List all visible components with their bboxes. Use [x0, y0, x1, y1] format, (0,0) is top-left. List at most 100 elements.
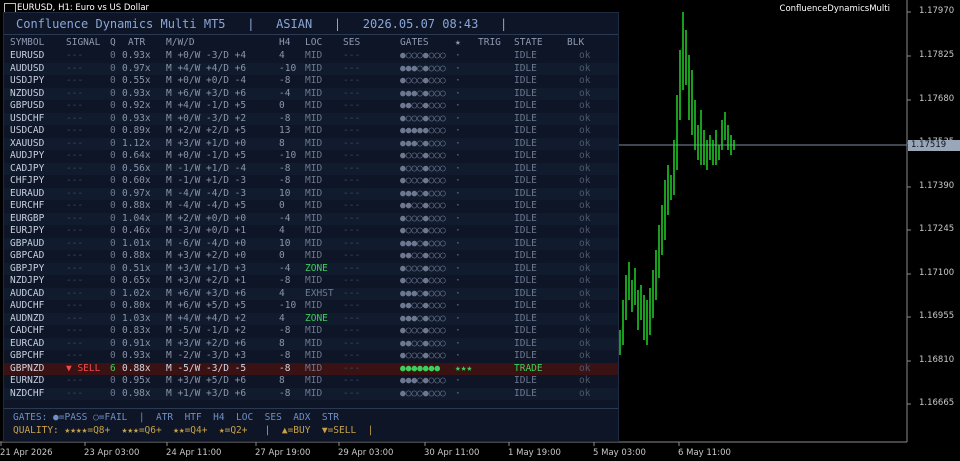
cell-ses: ---	[343, 337, 361, 349]
table-row-eurjpy[interactable]: EURJPY --- 0 0.46x M -3/W +0/D +1 4 MID --- ●○○○…	[4, 225, 618, 238]
cell-signal: ---	[66, 175, 84, 186]
cell-q: 0	[110, 100, 116, 111]
cell-loc: MID	[305, 187, 323, 199]
cell-symbol: CADJPY	[10, 162, 45, 174]
cell-state: IDLE	[514, 312, 537, 324]
cell-gates: ●○○○●○○○	[400, 225, 446, 236]
table-row-gbpusd[interactable]: GBPUSD --- 0 0.92x M +4/W -1/D +5 0 MID --- ●●○○…	[4, 100, 618, 113]
cell-loc: MID	[305, 62, 323, 74]
cell-loc: MID	[305, 237, 323, 249]
cell-atr: 0.88x	[122, 200, 151, 211]
cell-blk: ok	[579, 350, 591, 361]
cell-state: IDLE	[514, 262, 537, 274]
cell-symbol: USDCAD	[10, 125, 45, 136]
cell-ses: ---	[343, 187, 361, 199]
cell-h4: 8	[279, 375, 285, 386]
cell-gates: ●○○○●○○○	[400, 150, 446, 161]
cell-signal: ---	[66, 137, 84, 149]
cell-gates: ●●●●●●●	[400, 362, 441, 374]
cell-gates: ●●●○●○○○	[400, 62, 446, 74]
cell-mwd: M +3/W +1/D +3	[166, 262, 247, 274]
cell-atr: 0.95x	[122, 375, 151, 386]
cell-atr: 0.93x	[122, 87, 151, 99]
cell-gates: ●○○○●○○○	[400, 275, 446, 286]
cell-blk: ok	[579, 325, 591, 336]
table-row-usdcad[interactable]: USDCAD --- 0 0.89x M +2/W +2/D +5 13 MID --- ●●●…	[4, 125, 618, 138]
cell-loc: MID	[305, 375, 323, 386]
table-row-audjpy[interactable]: AUDJPY --- 0 0.64x M +0/W -1/D +5 -10 MID --- ●○…	[4, 150, 618, 163]
table-row-xauusd[interactable]: XAUUSD --- 0 1.12x M +3/W +1/D +0 8 MID --- ●●●○…	[4, 137, 618, 150]
y-tick-label: 1.17825	[919, 50, 955, 60]
cell-gates: ●○○○●○○○	[400, 112, 446, 124]
table-row-eurnzd[interactable]: EURNZD --- 0 0.95x M +3/W +5/D +6 8 MID --- ●●●○…	[4, 375, 618, 388]
cell-q: 0	[110, 187, 116, 199]
x-tick-label: 24 Apr 11:00	[166, 448, 222, 458]
cell-symbol: GBPCHF	[10, 350, 45, 361]
cell-blk: ok	[579, 125, 591, 136]
cell-h4: -8	[279, 175, 291, 186]
cell-signal: ---	[66, 112, 84, 124]
cell-ses: ---	[343, 100, 361, 111]
table-row-nzdchf[interactable]: NZDCHF --- 0 0.98x M +1/W +3/D +6 -8 MID --- ●○○…	[4, 387, 618, 400]
table-row-usdjpy[interactable]: USDJPY --- 0 0.55x M +0/W +0/D -4 -8 MID --- ●○○…	[4, 75, 618, 88]
table-row-eurgbp[interactable]: EURGBP --- 0 1.04x M +2/W +0/D +0 -4 MID --- ●○○…	[4, 212, 618, 225]
table-row-nzdjpy[interactable]: NZDJPY --- 0 0.65x M +3/W +2/D +1 -8 MID --- ●○○…	[4, 275, 618, 288]
cell-loc: MID	[305, 275, 323, 286]
cell-h4: 10	[279, 237, 291, 249]
table-row-gbpchf[interactable]: GBPCHF --- 0 0.93x M -2/W -3/D +3 -8 MID --- ●○○…	[4, 350, 618, 363]
cell-q: 0	[110, 212, 116, 224]
table-row-usdchf[interactable]: USDCHF --- 0 0.93x M +0/W -3/D +2 -8 MID --- ●○○…	[4, 112, 618, 125]
table-row-euraud[interactable]: EURAUD --- 0 0.97x M -4/W -4/D -3 10 MID --- ●●●…	[4, 187, 618, 200]
cell-q: 0	[110, 62, 116, 74]
cell-mwd: M -1/W +1/D -4	[166, 162, 247, 174]
cell-q: 0	[110, 150, 116, 161]
cell-star: ·	[455, 350, 461, 361]
cell-h4: -8	[279, 362, 291, 374]
table-row-cadjpy[interactable]: CADJPY --- 0 0.56x M -1/W +1/D -4 -8 MID --- ●○○…	[4, 162, 618, 175]
cell-state: IDLE	[514, 250, 537, 261]
cell-h4: -8	[279, 387, 291, 399]
cell-symbol: EURNZD	[10, 375, 45, 386]
cell-blk: ok	[579, 212, 591, 224]
cell-star: ·	[455, 300, 461, 311]
cell-state: IDLE	[514, 175, 537, 186]
cell-atr: 0.56x	[122, 162, 151, 174]
cell-loc: MID	[305, 225, 323, 236]
cell-signal: ---	[66, 162, 84, 174]
cell-h4: 4	[279, 312, 285, 324]
cell-star: ·	[455, 275, 461, 286]
cell-mwd: M -2/W -3/D +3	[166, 350, 247, 361]
table-row-audnzd[interactable]: AUDNZD --- 0 1.03x M +4/W +4/D +2 4 ZONE --- ●●●…	[4, 312, 618, 325]
table-row-eurusd[interactable]: EURUSD --- 0 0.93x M +0/W -3/D +4 4 MID --- ●○○○…	[4, 50, 618, 63]
table-row-eurchf[interactable]: EURCHF --- 0 0.88x M -4/W -4/D +5 0 MID --- ●●○○…	[4, 200, 618, 213]
cell-star: ·	[455, 237, 461, 249]
table-row-audusd[interactable]: AUDUSD --- 0 0.97x M +4/W +4/D +6 -10 MID --- ●●…	[4, 62, 618, 75]
table-row-gbpcad[interactable]: GBPCAD --- 0 0.88x M +3/W +2/D +0 0 MID --- ●●○○…	[4, 250, 618, 263]
cell-blk: ok	[579, 375, 591, 386]
table-row-audcad[interactable]: AUDCAD --- 0 1.02x M +6/W +3/D +6 4 EXHST --- ●●…	[4, 287, 618, 300]
table-row-gbpaud[interactable]: GBPAUD --- 0 1.01x M -6/W -4/D +0 10 MID --- ●●●…	[4, 237, 618, 250]
cell-q: 0	[110, 162, 116, 174]
gates-legend: GATES: ●=PASS ○=FAIL | ATR HTF H4 LOC SE…	[13, 412, 340, 423]
table-row-chfjpy[interactable]: CHFJPY --- 0 0.60x M -1/W +1/D -3 -8 MID --- ●○○…	[4, 175, 618, 188]
table-row-gbpnzd[interactable]: GBPNZD ▼ SELL 6 0.88x M -5/W -3/D -5 -8 MID ---…	[4, 362, 618, 375]
cell-atr: 0.55x	[122, 75, 151, 86]
cell-blk: ok	[579, 262, 591, 274]
cell-atr: 0.93x	[122, 112, 151, 124]
cell-star: ·	[455, 212, 461, 224]
col-symbol: SYMBOL	[10, 37, 45, 48]
cell-h4: -8	[279, 275, 291, 286]
cell-atr: 0.97x	[122, 62, 151, 74]
cell-q: 0	[110, 375, 116, 386]
cell-q: 6	[110, 362, 116, 374]
cell-loc: MID	[305, 100, 323, 111]
cell-symbol: GBPNZD	[10, 362, 45, 374]
table-row-nzdusd[interactable]: NZDUSD --- 0 0.93x M +6/W +3/D +6 -4 MID --- ●●●…	[4, 87, 618, 100]
cell-loc: MID	[305, 125, 323, 136]
table-row-eurcad[interactable]: EURCAD --- 0 0.91x M +3/W +2/D +6 8 MID --- ●●○○…	[4, 337, 618, 350]
table-row-audchf[interactable]: AUDCHF --- 0 0.80x M +6/W +5/D +5 -10 MID --- ●●…	[4, 300, 618, 313]
cell-signal: ---	[66, 262, 84, 274]
table-row-gbpjpy[interactable]: GBPJPY --- 0 0.51x M +3/W +1/D +3 -4 ZONE --- ●○…	[4, 262, 618, 275]
y-tick-label: 1.17970	[919, 6, 955, 16]
table-row-cadchf[interactable]: CADCHF --- 0 0.83x M -5/W -1/D +2 -8 MID --- ●○○…	[4, 325, 618, 338]
